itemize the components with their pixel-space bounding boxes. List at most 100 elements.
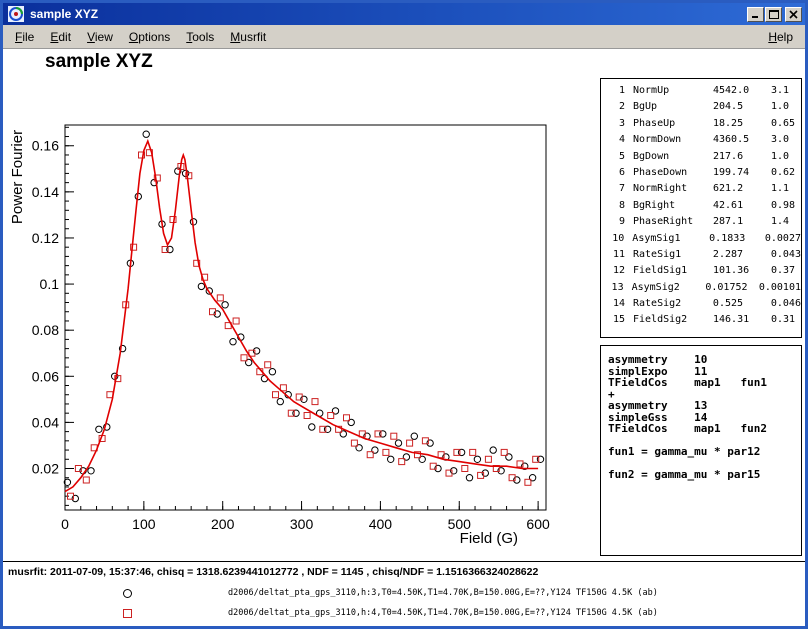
param-row: 7NormRight621.21.1 [607, 183, 801, 199]
circle-marker-icon [123, 589, 132, 598]
param-number: 5 [607, 151, 625, 167]
param-value: 287.1 [713, 216, 771, 232]
param-error: 0.62 [771, 167, 801, 183]
param-value: 199.74 [713, 167, 771, 183]
param-error: 0.0027 [765, 233, 801, 249]
close-button[interactable] [785, 7, 802, 22]
menu-view[interactable]: View [79, 26, 121, 48]
param-row: 9 PhaseRight287.11.4 [607, 216, 801, 232]
param-number: 9 [607, 216, 625, 232]
menu-help[interactable]: Help [760, 26, 801, 48]
param-number: 14 [607, 298, 625, 314]
canvas-area: sample XYZ 01002003004005006000.020.040.… [3, 49, 805, 626]
svg-text:0: 0 [61, 516, 69, 532]
param-number: 11 [607, 249, 625, 265]
svg-text:0.14: 0.14 [32, 184, 59, 200]
param-error: 0.043 [771, 249, 801, 265]
param-error: 1.0 [771, 151, 801, 167]
param-name: NormUp [633, 85, 713, 101]
param-value: 621.2 [713, 183, 771, 199]
param-number: 4 [607, 134, 625, 150]
param-name: FieldSig1 [633, 265, 713, 281]
param-value: 101.36 [713, 265, 771, 281]
legend-entry-2: d2006/deltat_pta_gps_3110,h:4,T0=4.50K,T… [3, 607, 805, 621]
param-number: 1 [607, 85, 625, 101]
param-error: 1.4 [771, 216, 801, 232]
param-name: RateSig1 [633, 249, 713, 265]
param-error: 0.37 [771, 265, 801, 281]
param-error: 0.00101 [759, 282, 801, 298]
param-name: PhaseDown [633, 167, 713, 183]
param-error: 1.0 [771, 101, 801, 117]
menu-options[interactable]: Options [121, 26, 178, 48]
param-row: 5BgDown217.61.0 [607, 151, 801, 167]
param-error: 3.0 [771, 134, 801, 150]
param-name: PhaseRight [633, 216, 713, 232]
theory-panel: asymmetry 10 simplExpo 11 TFieldCos map1… [600, 345, 802, 556]
svg-text:0.02: 0.02 [32, 461, 59, 477]
param-number: 8 [607, 200, 625, 216]
menu-file[interactable]: File [7, 26, 42, 48]
svg-text:600: 600 [526, 516, 550, 532]
window-controls [746, 7, 802, 22]
param-value: 2.287 [713, 249, 771, 265]
param-row: 3 PhaseUp18.250.65 [607, 118, 801, 134]
parameter-panel: 1NormUp4542.03.12BgUp204.51.03PhaseUp18.… [600, 78, 802, 338]
param-number: 13 [607, 282, 624, 298]
param-number: 10 [607, 233, 624, 249]
param-name: BgUp [633, 101, 713, 117]
param-number: 15 [607, 314, 625, 330]
plot-svg[interactable]: 01002003004005006000.020.040.060.080.10.… [3, 49, 598, 594]
param-row: 12FieldSig1101.360.37 [607, 265, 801, 281]
svg-text:0.16: 0.16 [32, 138, 59, 154]
param-value: 204.5 [713, 101, 771, 117]
titlebar[interactable]: sample XYZ [3, 3, 805, 25]
param-name: RateSig2 [633, 298, 713, 314]
status-separator [3, 561, 805, 562]
svg-text:0.1: 0.1 [40, 276, 60, 292]
maximize-button[interactable] [765, 7, 782, 22]
svg-text:Power Fourier: Power Fourier [9, 130, 26, 224]
param-name: PhaseUp [633, 118, 713, 134]
menubar: File Edit View Options Tools Musrfit Hel… [3, 25, 805, 49]
param-row: 6PhaseDown199.740.62 [607, 167, 801, 183]
menu-musrfit[interactable]: Musrfit [222, 26, 274, 48]
param-row: 15FieldSig2146.310.31 [607, 314, 801, 330]
svg-text:0.08: 0.08 [32, 322, 59, 338]
param-name: AsymSig2 [632, 282, 706, 298]
param-number: 2 [607, 101, 625, 117]
svg-text:300: 300 [290, 516, 314, 532]
svg-text:400: 400 [369, 516, 393, 532]
svg-text:100: 100 [132, 516, 156, 532]
param-row: 1NormUp4542.03.1 [607, 85, 801, 101]
param-table: 1NormUp4542.03.12BgUp204.51.03PhaseUp18.… [607, 85, 801, 331]
param-name: BgRight [633, 200, 713, 216]
param-value: 0.525 [713, 298, 771, 314]
svg-text:200: 200 [211, 516, 235, 532]
param-name: BgDown [633, 151, 713, 167]
param-value: 18.25 [713, 118, 771, 134]
param-row: 8BgRight42.610.98 [607, 200, 801, 216]
param-row: 2 BgUp204.51.0 [607, 101, 801, 117]
menu-tools[interactable]: Tools [178, 26, 222, 48]
app-window: sample XYZ File Edit View Options Tools … [0, 0, 808, 629]
param-name: AsymSig1 [632, 233, 709, 249]
param-number: 7 [607, 183, 625, 199]
param-value: 146.31 [713, 314, 771, 330]
param-name: NormRight [633, 183, 713, 199]
svg-text:0.04: 0.04 [32, 414, 59, 430]
legend-label-2: d2006/deltat_pta_gps_3110,h:4,T0=4.50K,T… [228, 608, 658, 618]
param-row: 13AsymSig20.017520.00101 [607, 282, 801, 298]
param-error: 0.65 [771, 118, 801, 134]
param-error: 0.31 [771, 314, 801, 330]
param-number: 3 [607, 118, 625, 134]
menu-edit[interactable]: Edit [42, 26, 79, 48]
param-error: 0.046 [771, 298, 801, 314]
param-name: NormDown [633, 134, 713, 150]
legend-label-1: d2006/deltat_pta_gps_3110,h:3,T0=4.50K,T… [228, 588, 658, 598]
param-row: 11 RateSig12.2870.043 [607, 249, 801, 265]
minimize-button[interactable] [747, 7, 764, 22]
param-error: 3.1 [771, 85, 801, 101]
square-marker-icon [123, 609, 132, 618]
param-value: 42.61 [713, 200, 771, 216]
